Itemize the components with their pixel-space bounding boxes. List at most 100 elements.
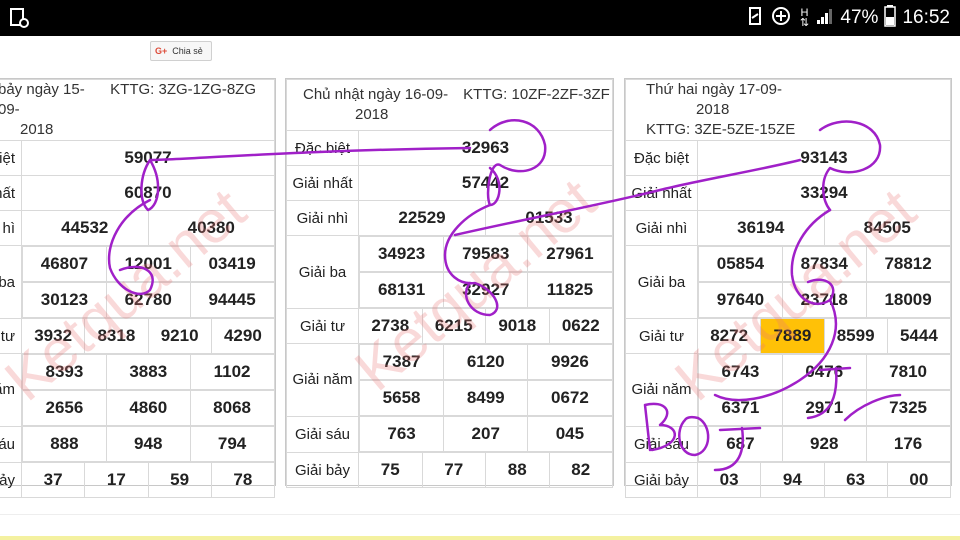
prize-fifth: 4860 bbox=[105, 390, 191, 426]
prize-special: 32963 bbox=[358, 130, 613, 166]
signal-icon bbox=[816, 7, 834, 30]
label-fifth: năm bbox=[0, 353, 22, 427]
results-table-17-09: Thứ hai ngày 17-09- 2018 KTTG: 3ZE-5ZE-15… bbox=[624, 78, 952, 498]
prize-fifth: 0476 bbox=[781, 354, 867, 390]
battery-saver-icon bbox=[746, 6, 764, 31]
prize-third: 62780 bbox=[105, 282, 191, 318]
label-seventh: Giải bảy bbox=[625, 462, 698, 498]
prize-fifth: 5658 bbox=[358, 380, 445, 416]
divider bbox=[0, 514, 960, 515]
prize-third: 18009 bbox=[865, 282, 951, 318]
screenshot-notification-icon bbox=[8, 6, 32, 30]
label-special: iệt bbox=[0, 140, 22, 176]
prize-fifth: 8068 bbox=[189, 390, 275, 426]
prize-fifth: 6120 bbox=[443, 344, 529, 380]
prize-first: 60870 bbox=[21, 175, 275, 211]
prize-third: 87834 bbox=[781, 246, 867, 282]
prize-fifth: 7387 bbox=[358, 344, 445, 380]
kttg-code: KTTG: 3ZE-5ZE-15ZE bbox=[646, 121, 796, 138]
label-sixth: Giải sáu bbox=[625, 425, 698, 463]
prize-third: 78812 bbox=[865, 246, 951, 282]
label-third: Giải ba bbox=[286, 235, 359, 309]
prize-first: 33294 bbox=[697, 175, 951, 211]
prize-sixth: 794 bbox=[189, 426, 275, 462]
network-type-icon: H ⇅ bbox=[799, 7, 810, 29]
prize-fifth: 9926 bbox=[527, 344, 613, 380]
prize-third: 11825 bbox=[527, 272, 613, 308]
battery-icon bbox=[884, 4, 897, 32]
prize-fifth: 7810 bbox=[865, 354, 951, 390]
label-second: hì bbox=[0, 210, 22, 246]
prize-third: 46807 bbox=[22, 246, 107, 282]
label-second: Giải nhì bbox=[286, 200, 359, 236]
prize-special: 59077 bbox=[21, 140, 275, 176]
prize-sixth: 687 bbox=[698, 426, 783, 462]
label-sixth: áu bbox=[0, 425, 22, 463]
label-seventh: Giải bảy bbox=[286, 452, 359, 488]
prize-fourth: 5444 bbox=[886, 318, 952, 354]
prize-sixth: 207 bbox=[443, 416, 529, 452]
prize-fifth: 6371 bbox=[698, 390, 783, 426]
kttg-code: KTTG: 10ZF-2ZF-3ZF bbox=[463, 86, 610, 103]
data-saver-icon bbox=[770, 5, 792, 32]
label-second: Giải nhì bbox=[625, 210, 698, 246]
label-seventh: bảy bbox=[0, 462, 22, 498]
label-first: Giải nhất bbox=[625, 175, 698, 211]
prize-second: 36194 bbox=[697, 210, 825, 246]
prize-fourth: 0622 bbox=[548, 308, 613, 344]
prize-third: 94445 bbox=[189, 282, 275, 318]
prize-third: 03419 bbox=[189, 246, 275, 282]
prize-second: 40380 bbox=[147, 210, 275, 246]
prize-third: 68131 bbox=[358, 272, 445, 308]
prize-third: 32927 bbox=[443, 272, 529, 308]
prize-seventh: 03 bbox=[696, 462, 762, 498]
prize-fourth: 9210 bbox=[147, 318, 212, 354]
kttg-code: KTTG: 3ZG-1ZG-8ZG bbox=[110, 81, 257, 98]
prize-third: 27961 bbox=[527, 236, 613, 272]
prize-sixth: 888 bbox=[22, 426, 107, 462]
prize-seventh: 78 bbox=[210, 462, 276, 498]
prize-seventh: 00 bbox=[886, 462, 952, 498]
label-special: Đặc biệt bbox=[286, 130, 359, 166]
prize-fifth: 6743 bbox=[698, 354, 783, 390]
prize-seventh: 17 bbox=[84, 462, 149, 498]
label-special: Đặc biệt bbox=[625, 140, 698, 176]
label-fourth: Giải tư bbox=[286, 308, 359, 344]
prize-fifth: 2656 bbox=[22, 390, 107, 426]
prize-seventh: 75 bbox=[358, 452, 423, 488]
prize-fourth: 8318 bbox=[84, 318, 149, 354]
prize-second: 84505 bbox=[823, 210, 951, 246]
google-plus-share-button[interactable]: G+ Chia sẻ bbox=[150, 41, 212, 61]
prize-sixth: 045 bbox=[527, 416, 613, 452]
prize-fourth: 9018 bbox=[485, 308, 550, 344]
prize-seventh: 88 bbox=[485, 452, 550, 488]
prize-first: 57442 bbox=[358, 165, 613, 201]
prize-third: 30123 bbox=[22, 282, 107, 318]
prize-fifth: 7325 bbox=[865, 390, 951, 426]
results-table-15-09: bảy ngày 15-09- 2018 KTTG: 3ZG-1ZG-8ZG iệ… bbox=[0, 78, 276, 498]
prize-seventh: 77 bbox=[421, 452, 486, 488]
table-header: Chủ nhật ngày 16-09- 2018 KTTG: 10ZF-2ZF-… bbox=[286, 79, 613, 131]
prize-fifth: 1102 bbox=[189, 354, 275, 390]
label-fourth: tư bbox=[0, 318, 22, 354]
prize-sixth: 763 bbox=[358, 416, 445, 452]
prize-fifth: 3883 bbox=[105, 354, 191, 390]
prize-seventh: 94 bbox=[760, 462, 825, 498]
table-header: Thứ hai ngày 17-09- 2018 KTTG: 3ZE-5ZE-15… bbox=[625, 79, 951, 141]
label-first: hất bbox=[0, 175, 22, 211]
label-first: Giải nhất bbox=[286, 165, 359, 201]
clock: 16:52 bbox=[902, 7, 950, 28]
label-fourth: Giải tư bbox=[625, 318, 698, 354]
prize-second: 01533 bbox=[485, 200, 613, 236]
prize-fourth: 6215 bbox=[421, 308, 486, 344]
prize-fifth: 8393 bbox=[22, 354, 107, 390]
prize-third: 34923 bbox=[358, 236, 445, 272]
google-plus-icon: G+ bbox=[155, 46, 168, 56]
table-header: bảy ngày 15-09- 2018 KTTG: 3ZG-1ZG-8ZG bbox=[0, 79, 275, 141]
label-fifth: Giải năm bbox=[625, 353, 698, 427]
prize-seventh: 82 bbox=[548, 452, 613, 488]
battery-percent: 47% bbox=[840, 7, 879, 28]
prize-sixth: 948 bbox=[105, 426, 191, 462]
label-sixth: Giải sáu bbox=[286, 415, 359, 453]
prize-fourth: 3932 bbox=[20, 318, 86, 354]
